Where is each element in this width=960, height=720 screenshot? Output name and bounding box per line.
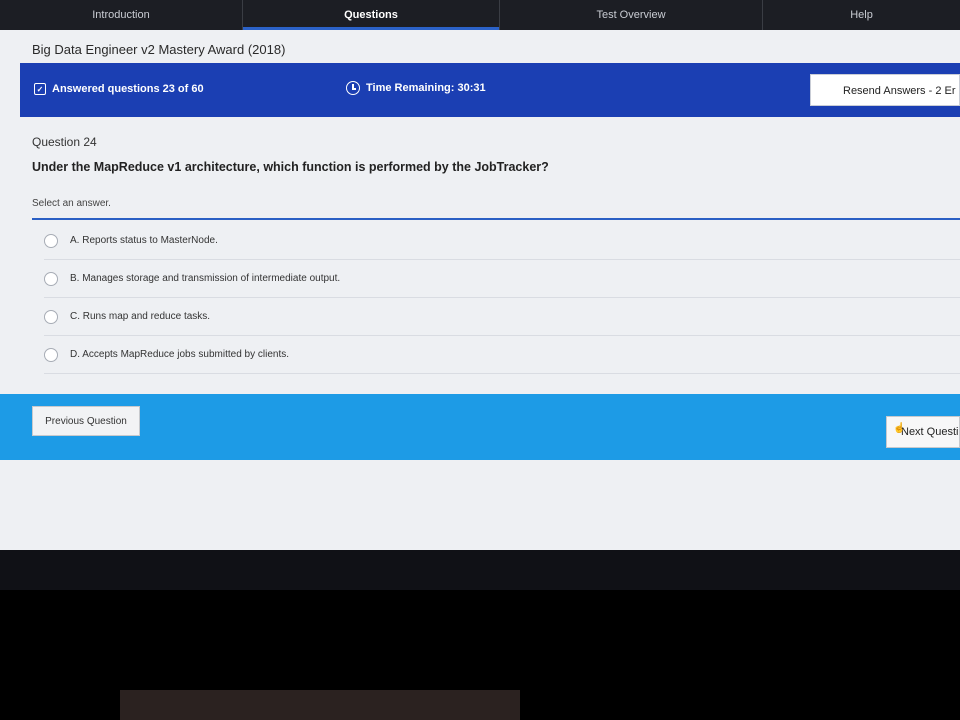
- resend-answers-button[interactable]: Resend Answers - 2 Er: [810, 74, 960, 106]
- tab-help[interactable]: Help: [763, 0, 960, 30]
- tab-introduction[interactable]: Introduction: [0, 0, 243, 30]
- radio-button[interactable]: [44, 347, 58, 362]
- option-label: D. Accepts MapReduce jobs submitted by c…: [70, 349, 289, 360]
- clock-icon: [346, 81, 360, 95]
- desk-surface: [120, 690, 520, 720]
- previous-question-button[interactable]: Previous Question: [32, 406, 140, 436]
- time-text: Time Remaining: 30:31: [366, 82, 486, 94]
- answered-text: Answered questions 23 of 60: [52, 83, 204, 95]
- option-label: A. Reports status to MasterNode.: [70, 235, 218, 246]
- tab-test-overview[interactable]: Test Overview: [500, 0, 763, 30]
- tab-label: Help: [850, 9, 873, 21]
- tab-label: Questions: [344, 9, 398, 21]
- answer-option-c[interactable]: C. Runs map and reduce tasks.: [44, 298, 960, 336]
- divider: [32, 218, 960, 220]
- checklist-icon: ✓: [34, 83, 46, 95]
- hand-cursor-icon: ☝: [893, 423, 906, 434]
- exam-title: Big Data Engineer v2 Mastery Award (2018…: [32, 42, 286, 57]
- question-nav-bar: Previous Question ☝ Next Questi: [0, 394, 960, 460]
- radio-button[interactable]: [44, 233, 58, 248]
- next-label: Next Questi: [901, 426, 959, 438]
- answer-option-d[interactable]: D. Accepts MapReduce jobs submitted by c…: [44, 336, 960, 374]
- select-hint: Select an answer.: [32, 198, 111, 209]
- radio-button[interactable]: [44, 309, 58, 324]
- radio-button[interactable]: [44, 271, 58, 286]
- answered-count: ✓ Answered questions 23 of 60: [34, 83, 204, 95]
- question-number: Question 24: [32, 135, 97, 149]
- option-label: C. Runs map and reduce tasks.: [70, 311, 211, 322]
- answer-option-a[interactable]: A. Reports status to MasterNode.: [44, 222, 960, 260]
- answer-option-b[interactable]: B. Manages storage and transmission of i…: [44, 260, 960, 298]
- top-navigation: Introduction Questions Test Overview Hel…: [0, 0, 960, 30]
- status-bar: ✓ Answered questions 23 of 60 Time Remai…: [20, 63, 960, 117]
- exam-screen: Big Data Engineer v2 Mastery Award (2018…: [0, 30, 960, 550]
- time-remaining: Time Remaining: 30:31: [346, 81, 486, 95]
- next-question-button[interactable]: ☝ Next Questi: [886, 416, 960, 448]
- tab-label: Introduction: [92, 9, 150, 21]
- question-text: Under the MapReduce v1 architecture, whi…: [32, 160, 549, 174]
- option-label: B. Manages storage and transmission of i…: [70, 273, 341, 284]
- monitor-bezel: [0, 550, 960, 590]
- tab-label: Test Overview: [596, 9, 666, 21]
- tab-questions[interactable]: Questions: [243, 0, 500, 30]
